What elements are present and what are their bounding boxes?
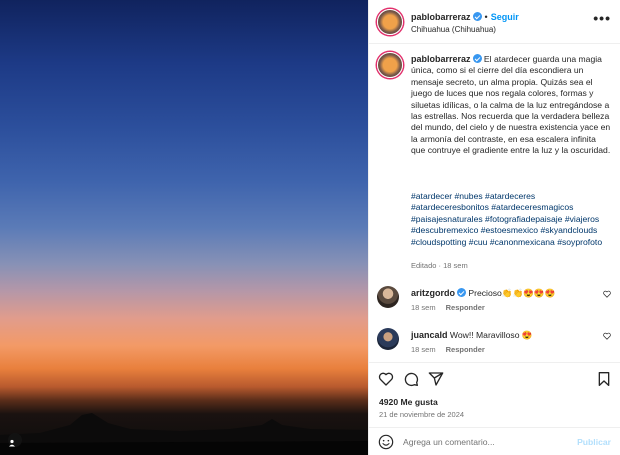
post-detail-panel: pablobarreraz • Seguir Chihuahua (Chihuahu… — [368, 0, 620, 455]
post-actions: 4920 Me gusta 21 de noviembre de 2024 — [369, 362, 620, 422]
user-tag-icon[interactable] — [8, 433, 22, 447]
heart-icon[interactable] — [378, 371, 394, 387]
author-avatar[interactable] — [377, 9, 403, 35]
post-photo[interactable] — [0, 0, 368, 455]
commenter-username[interactable]: juancald — [411, 330, 448, 340]
comment-composer: Publicar — [369, 427, 620, 455]
more-icon[interactable]: ••• — [593, 11, 611, 25]
separator-dot: • — [484, 12, 488, 22]
author-username[interactable]: pablobarreraz — [411, 12, 471, 22]
like-comment-heart-icon[interactable] — [603, 290, 611, 298]
commenter-avatar[interactable] — [377, 328, 399, 350]
verified-icon — [472, 54, 482, 63]
caption-text: El atardecer guarda una magia única, com… — [411, 54, 611, 156]
comment-icon[interactable] — [403, 371, 419, 387]
comment-time: 18 sem — [411, 345, 436, 354]
follow-button[interactable]: Seguir — [491, 12, 519, 22]
publish-button[interactable]: Publicar — [577, 437, 611, 447]
reply-button[interactable]: Responder — [446, 345, 485, 354]
comment-time: 18 sem — [411, 303, 436, 312]
comment-text: Precioso👏👏😍😍😍 — [468, 288, 556, 298]
caption-edited: Editado · 18 sem — [411, 261, 468, 270]
post-location[interactable]: Chihuahua (Chihuahua) — [411, 25, 496, 34]
post-header: pablobarreraz • Seguir Chihuahua (Chihuahu… — [369, 0, 620, 44]
commenter-username[interactable]: aritzgordo — [411, 288, 455, 298]
caption-author-avatar[interactable] — [377, 52, 403, 78]
bookmark-icon[interactable] — [596, 371, 612, 387]
verified-icon — [457, 288, 466, 297]
comment-input[interactable] — [403, 435, 563, 449]
caption-author-username[interactable]: pablobarreraz — [411, 54, 471, 64]
caption-hashtags[interactable]: #atardecer #nubes #atardeceres #atardece… — [411, 191, 611, 248]
share-icon[interactable] — [428, 371, 444, 387]
like-comment-heart-icon[interactable] — [603, 332, 611, 340]
mountain-silhouette — [0, 413, 368, 455]
commenter-avatar[interactable] — [377, 286, 399, 308]
reply-button[interactable]: Responder — [446, 303, 485, 312]
post-date: 21 de noviembre de 2024 — [379, 410, 465, 419]
like-count[interactable]: 4920 Me gusta — [379, 397, 438, 407]
verified-icon — [472, 12, 482, 21]
emoji-icon[interactable] — [378, 434, 394, 450]
comment-text: Wow!! Maravilloso 😍 — [449, 330, 533, 340]
